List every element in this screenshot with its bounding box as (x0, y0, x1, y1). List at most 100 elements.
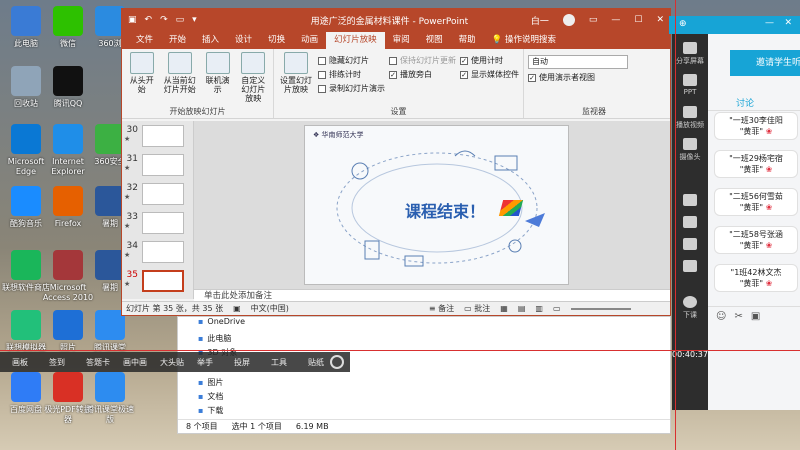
tab-7[interactable]: 审阅 (385, 32, 418, 49)
leave-class-button[interactable]: 下课 (672, 296, 708, 320)
toolbar-item[interactable]: 画中画 (123, 357, 160, 368)
photos-icon (53, 310, 83, 340)
class-timer: 00:40:37 (672, 350, 708, 359)
folder-icon: ▪ (198, 317, 204, 326)
notes-pane[interactable]: 单击此处添加备注 (194, 289, 670, 301)
slide-thumbnail[interactable]: 32 ★ (124, 183, 184, 205)
explorer-nav-item[interactable]: ▪ 文档 (198, 391, 223, 402)
folder-icon: ▪ (198, 378, 204, 387)
redo-icon[interactable]: ↷ (160, 15, 168, 25)
proofing-icon[interactable]: ▣ (233, 304, 241, 313)
close-icon[interactable]: ✕ (656, 15, 664, 25)
minimize-icon[interactable]: — (765, 18, 774, 28)
chat-panel: 邀请学生听 讨论 "一班30李佳阳 "黄菲" ❀ "一班29杨宅宿 "黄菲" ❀ "二班… (708, 34, 800, 410)
slide-thumbnail[interactable]: 34 ★ (124, 241, 184, 263)
fullscreen-icon[interactable] (672, 260, 708, 274)
tab-6[interactable]: 幻灯片放映 (326, 32, 385, 49)
presenter-view-checkbox[interactable]: ✓ 使用演示者视图 (528, 72, 628, 83)
close-icon[interactable]: ✕ (784, 18, 792, 28)
sidebar-item[interactable]: 分享屏幕 (672, 42, 708, 66)
sidebar-item[interactable]: 播放视频 (672, 106, 708, 130)
record-button[interactable]: 录制幻灯片演示 (318, 83, 385, 94)
tab-2[interactable]: 插入 (194, 32, 227, 49)
toolbar-item[interactable]: 大头贴 (160, 357, 197, 368)
rehearse-button[interactable]: 排练计时 (318, 69, 385, 80)
chat-input-bar: ☺ ✂ ▣ (708, 306, 800, 326)
power-icon[interactable] (330, 355, 344, 369)
tell-me-search[interactable]: 💡 操作说明搜索 (484, 32, 564, 49)
explorer-nav-item[interactable]: ▪ 此电脑 (198, 333, 231, 344)
desktop-icon[interactable]: 腾讯QQ (42, 66, 94, 109)
reading-view-icon[interactable]: ▥ (535, 304, 543, 313)
ribbon: 从头开始 从当前幻灯片开始 联机演示 自定义幻灯片放映 开始放映幻灯片 设置幻灯… (122, 49, 670, 119)
sidebar-item[interactable]: 摄像头 (672, 138, 708, 162)
tab-3[interactable]: 设计 (227, 32, 260, 49)
current-slide[interactable]: ❖ 华南师范大学 课程结束！ (304, 125, 569, 285)
tab-discussion[interactable]: 讨论 (736, 96, 754, 109)
hide-slide-button[interactable]: 隐藏幻灯片 (318, 55, 385, 66)
invite-students-button[interactable]: 邀请学生听 (730, 50, 800, 76)
normal-view-icon[interactable]: ▦ (500, 304, 508, 313)
language-status[interactable]: 中文(中国) (251, 303, 289, 314)
slide-thumbnail[interactable]: 31 ★ (124, 154, 184, 176)
toolbar-item[interactable]: 工具 (271, 357, 308, 368)
setup-show-button[interactable]: 设置幻灯片放映 (278, 52, 314, 106)
emoji-icon[interactable]: ☺ (716, 311, 726, 322)
music-icon[interactable] (672, 238, 708, 252)
notes-button[interactable]: ≡ 备注 (429, 303, 454, 314)
online-present-button[interactable]: 联机演示 (202, 52, 234, 106)
transition-star-icon: ★ (124, 193, 131, 201)
user-name[interactable]: 白一 (531, 14, 549, 27)
toolbar-item[interactable]: 举手 (197, 357, 234, 368)
desktop-icon[interactable]: 腾讯课堂极速版 (84, 372, 136, 425)
ribbon-display-icon[interactable]: ▭ (589, 15, 598, 25)
custom-show-button[interactable]: 自定义幻灯片放映 (237, 52, 269, 106)
undo-icon[interactable]: ↶ (145, 15, 153, 25)
tab-1[interactable]: 开始 (161, 32, 194, 49)
monitor-select[interactable]: 自动 (528, 55, 628, 69)
use-timings-checkbox[interactable]: ✓ 使用计时 (460, 55, 519, 66)
avatar[interactable] (562, 14, 575, 26)
explorer-nav-item[interactable]: ▪ 下载 (198, 405, 223, 416)
kugou-icon (11, 186, 41, 216)
speaker-icon[interactable] (672, 216, 708, 230)
tab-0[interactable]: 文件 (128, 32, 161, 49)
toolbar-item[interactable]: 答题卡 (86, 357, 123, 368)
tab-5[interactable]: 动画 (293, 32, 326, 49)
present-icon[interactable]: ▭ (176, 15, 185, 25)
zoom-slider[interactable] (570, 307, 631, 310)
tab-4[interactable]: 切换 (260, 32, 293, 49)
scissors-icon[interactable]: ✂ (734, 311, 742, 322)
sidebar-item[interactable]: PPT (672, 74, 708, 96)
maximize-icon[interactable]: ☐ (634, 15, 642, 25)
from-current-button[interactable]: 从当前幻灯片开始 (162, 52, 198, 106)
play-narrations-checkbox[interactable]: ✓ 播放旁白 (389, 69, 456, 80)
show-media-controls-checkbox[interactable]: ✓ 显示媒体控件 (460, 69, 519, 80)
explorer-nav-item[interactable]: ▪ 图片 (198, 377, 223, 388)
pin-icon[interactable]: ⊕ (679, 19, 687, 29)
toolbar-item[interactable]: 投屏 (234, 357, 271, 368)
customize-icon[interactable]: ▾ (192, 15, 197, 25)
transition-star-icon: ★ (124, 222, 131, 230)
keep-updated-checkbox[interactable]: 保持幻灯片更新 (389, 55, 456, 66)
desktop-icon[interactable]: 腾讯课堂 (84, 310, 136, 353)
toolbar-item[interactable]: 画板 (12, 357, 49, 368)
mic-icon[interactable] (672, 194, 708, 208)
slide-thumbnail[interactable]: 33 ★ (124, 212, 184, 234)
firefox-icon (53, 186, 83, 216)
image-icon[interactable]: ▣ (751, 311, 760, 322)
group-start-show: 从头开始 从当前幻灯片开始 联机演示 自定义幻灯片放映 开始放映幻灯片 (122, 49, 274, 118)
tab-9[interactable]: 帮助 (451, 32, 484, 49)
slideshow-view-icon[interactable]: ▭ (553, 304, 561, 313)
tab-8[interactable]: 视图 (418, 32, 451, 49)
minimize-icon[interactable]: — (611, 15, 620, 25)
sorter-view-icon[interactable]: ▤ (518, 304, 526, 313)
comments-button[interactable]: ▭ 批注 (464, 303, 490, 314)
save-icon[interactable]: ▣ (128, 15, 137, 25)
from-beginning-button[interactable]: 从头开始 (126, 52, 158, 106)
toolbar-item[interactable]: 签到 (49, 357, 86, 368)
slide-thumbnail[interactable]: 30 ★ (124, 125, 184, 147)
explorer-nav-item[interactable]: ▪ OneDrive (198, 317, 245, 326)
slide-number: 32 (126, 183, 138, 193)
slide-thumbnail[interactable]: 35 ★ (124, 270, 184, 292)
